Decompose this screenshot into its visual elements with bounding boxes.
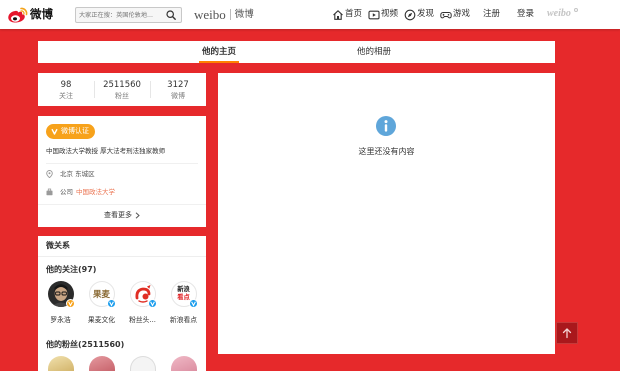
- nav-home[interactable]: 首页: [332, 9, 368, 21]
- stats-card: 98 关注 2511560 粉丝 3127 微博: [38, 73, 206, 106]
- relations-card: 微关系 他的关注(97) 罗永浩 果麦 果麦文化 粉丝头... 新浪 看点 新浪…: [38, 236, 206, 371]
- following-item[interactable]: 粉丝头...: [122, 281, 163, 325]
- fan-item[interactable]: [81, 356, 122, 371]
- nav-home-label: 首页: [345, 9, 363, 19]
- avatar[interactable]: [47, 356, 74, 371]
- divider: [38, 256, 206, 257]
- brand-cn: 微博: [234, 8, 254, 20]
- fan-item[interactable]: [163, 356, 204, 371]
- verified-badge-icon: [189, 299, 198, 308]
- profile-info-card: 微博认证 中国政法大学教授 厚大法考刑法独家教师 北京 东城区 公司 中国政法大…: [38, 116, 206, 227]
- search-icon: [166, 10, 176, 20]
- search-button[interactable]: [166, 10, 176, 20]
- divider: [38, 204, 206, 205]
- arrow-up-icon: [562, 328, 572, 339]
- stat-fans[interactable]: 2511560 粉丝: [94, 73, 150, 106]
- home-icon: [333, 9, 343, 20]
- verified-badge-label: 微博认证: [61, 127, 89, 135]
- fans-title[interactable]: 他的粉丝(2511560): [46, 340, 124, 350]
- stat-value: 3127: [167, 80, 189, 90]
- nav-game-label: 游戏: [453, 9, 471, 19]
- following-name: 粉丝头...: [129, 316, 156, 324]
- view-more-link[interactable]: 查看更多: [38, 210, 206, 220]
- avatar[interactable]: [88, 356, 115, 371]
- verified-v-icon: [191, 301, 196, 307]
- main-nav: 首页 视频 发现 游戏: [332, 0, 476, 29]
- corner-logo-ring: [574, 8, 578, 12]
- nav-game[interactable]: 游戏: [440, 9, 476, 21]
- nav-discover[interactable]: 发现: [404, 9, 440, 21]
- following-title[interactable]: 他的关注(97): [46, 265, 96, 275]
- relations-title: 微关系: [46, 241, 70, 250]
- following-name: 新浪看点: [169, 316, 198, 324]
- company-label: 公司: [60, 188, 73, 196]
- logo-text: 微博: [30, 7, 53, 21]
- location-pin-icon: [46, 170, 53, 178]
- brand-wordmark[interactable]: weibo 微博: [194, 0, 254, 29]
- profile-bio: 中国政法大学教授 厚大法考刑法独家教师: [46, 147, 166, 155]
- stat-divider: [150, 81, 151, 98]
- stat-posts[interactable]: 3127 微博: [150, 73, 206, 106]
- login-link[interactable]: 登录: [517, 9, 534, 20]
- view-more-label: 查看更多: [104, 211, 132, 219]
- profile-tabs: 他的主页 他的相册: [38, 41, 555, 63]
- register-link[interactable]: 注册: [483, 9, 500, 20]
- search-input[interactable]: [79, 9, 163, 21]
- brand-en: weibo: [194, 6, 226, 22]
- verified-badge[interactable]: 微博认证: [46, 124, 95, 139]
- stat-value: 98: [60, 80, 72, 90]
- chevron-right-icon: [135, 211, 140, 219]
- nav-discover-label: 发现: [417, 9, 435, 19]
- verified-v-icon: [150, 301, 155, 307]
- search-box: [75, 7, 182, 23]
- divider: [46, 163, 198, 164]
- fan-item[interactable]: [122, 356, 163, 371]
- location-row: 北京 东城区: [46, 169, 95, 179]
- company-link[interactable]: 中国政法大学: [76, 187, 115, 197]
- info-icon: [376, 116, 396, 136]
- stat-divider: [94, 81, 95, 98]
- brand-divider: [229, 9, 231, 20]
- avatar[interactable]: [170, 356, 197, 371]
- verified-badge-icon: [66, 299, 75, 308]
- game-icon: [440, 11, 452, 18]
- briefcase-icon: [46, 188, 53, 196]
- tab-album[interactable]: 他的相册: [352, 41, 396, 63]
- verified-badge-icon: [148, 299, 157, 308]
- following-name: 罗永浩: [50, 316, 71, 324]
- stat-label: 关注: [59, 92, 73, 100]
- weibo-corner-logo: weibo: [547, 8, 571, 19]
- top-nav-bar: 微博 weibo 微博 首页 视频: [0, 0, 620, 29]
- tab-home[interactable]: 他的主页: [197, 41, 241, 63]
- location-text: 北京 东城区: [60, 170, 95, 178]
- avatar-logo-line: 新浪: [177, 286, 190, 293]
- stat-value: 2511560: [103, 80, 141, 90]
- fans-list: [40, 356, 204, 371]
- following-item[interactable]: 果麦 果麦文化: [81, 281, 122, 325]
- stat-label: 粉丝: [115, 92, 129, 100]
- nav-video[interactable]: 视频: [368, 9, 404, 21]
- main-feed-panel: 这里还没有内容: [218, 73, 555, 354]
- scroll-to-top-button[interactable]: [556, 322, 578, 344]
- following-name: 果麦文化: [87, 316, 116, 324]
- following-item[interactable]: 罗永浩: [40, 281, 81, 325]
- weibo-logo-icon: [8, 7, 28, 23]
- empty-state-text: 这里还没有内容: [358, 147, 415, 156]
- weibo-logo[interactable]: 微博: [6, 0, 68, 29]
- verified-v-icon: [51, 128, 58, 135]
- verified-badge-icon: [107, 299, 116, 308]
- active-tab-indicator: [199, 61, 239, 63]
- video-icon: [368, 10, 380, 19]
- verified-v-icon: [109, 301, 114, 307]
- nav-video-label: 视频: [381, 9, 399, 19]
- following-item[interactable]: 新浪 看点 新浪看点: [163, 281, 204, 325]
- verified-v-icon: [68, 301, 73, 307]
- discover-icon: [404, 9, 416, 20]
- stat-label: 微博: [171, 92, 185, 100]
- avatar[interactable]: [129, 356, 156, 371]
- following-list: 罗永浩 果麦 果麦文化 粉丝头... 新浪 看点 新浪看点: [40, 281, 204, 325]
- company-row: 公司 中国政法大学: [46, 187, 115, 197]
- stat-following[interactable]: 98 关注: [38, 73, 94, 106]
- fan-item[interactable]: [40, 356, 81, 371]
